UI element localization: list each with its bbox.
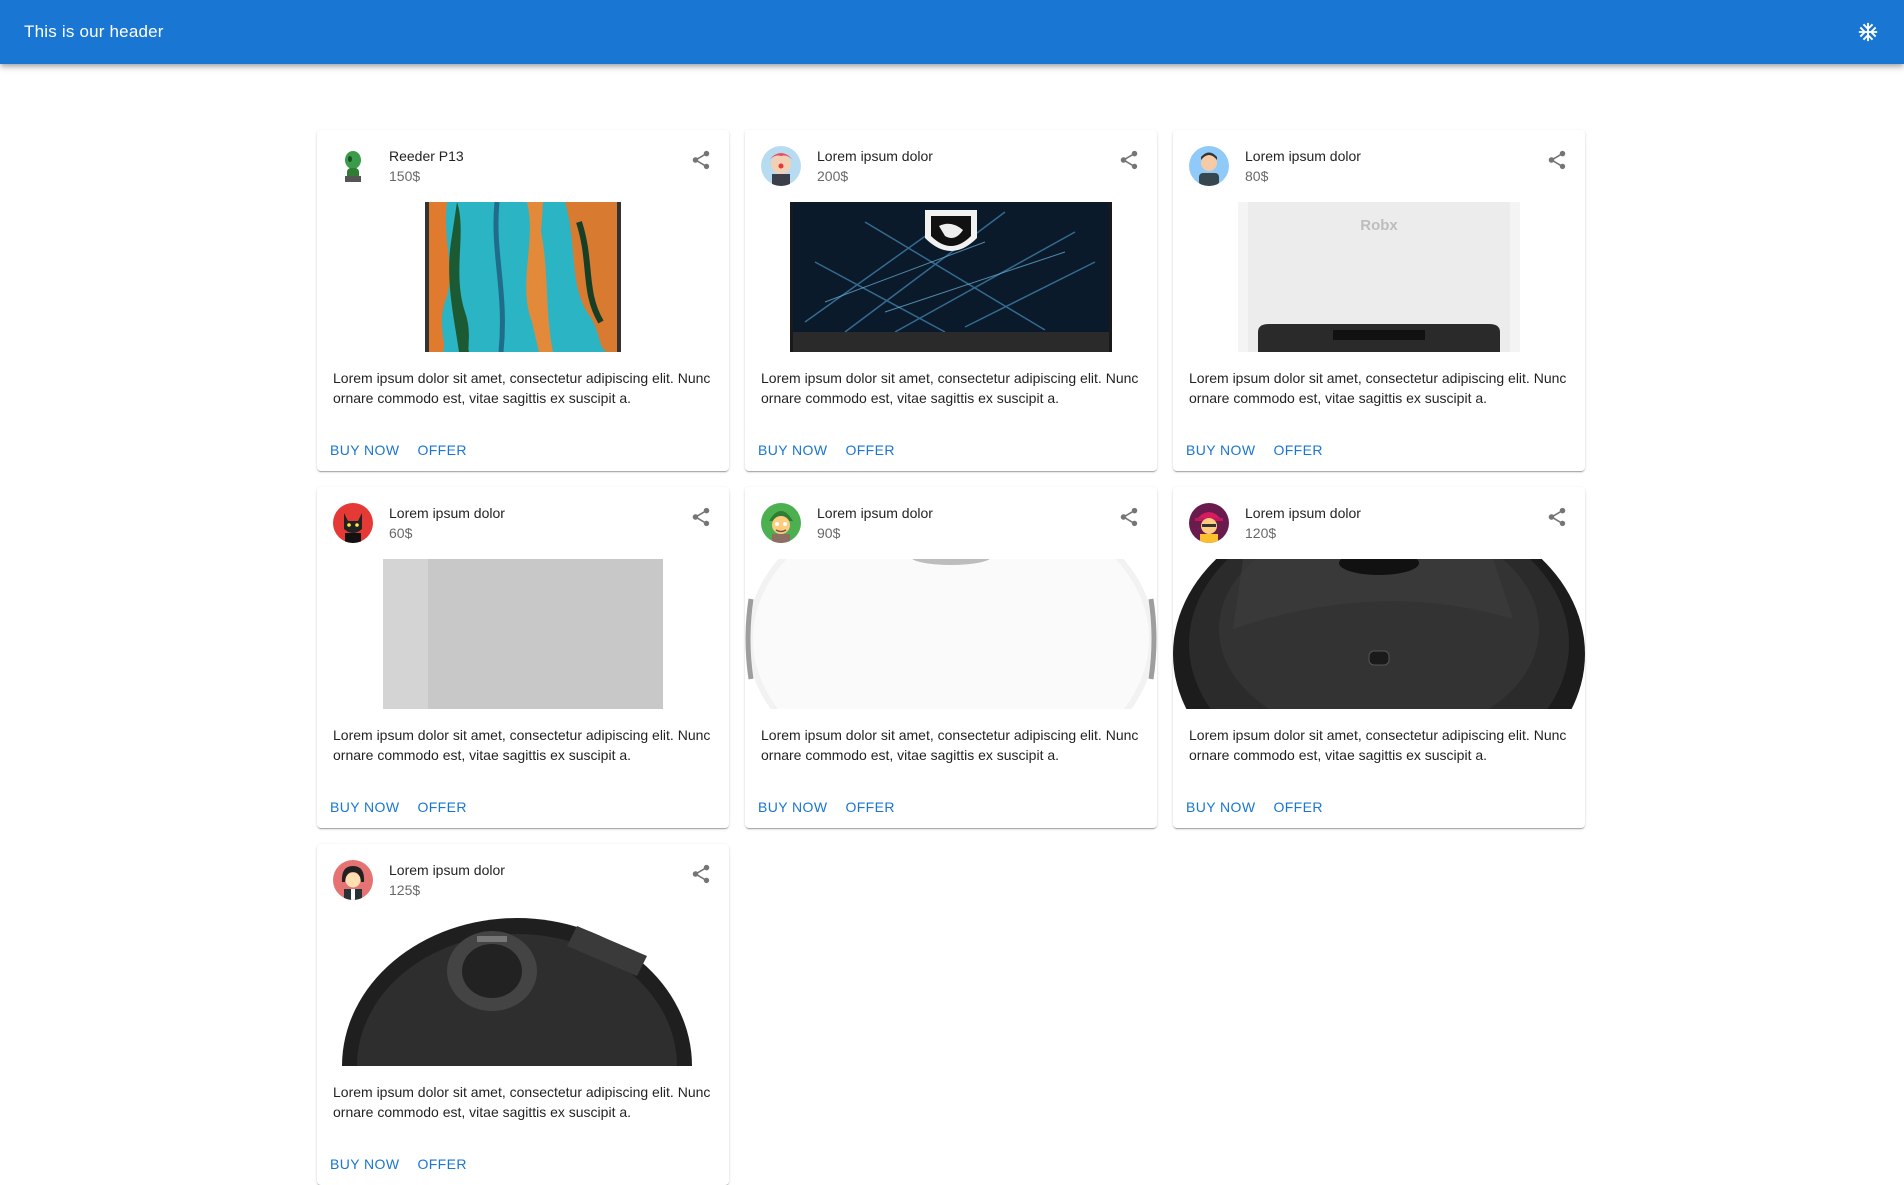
product-image xyxy=(317,202,729,352)
card-header: Lorem ipsum dolor 120$ xyxy=(1173,487,1585,559)
card-header: Lorem ipsum dolor 80$ xyxy=(1173,130,1585,202)
offer-button[interactable]: OFFER xyxy=(412,1148,471,1180)
share-icon[interactable] xyxy=(1537,140,1577,180)
card-price: 120$ xyxy=(1245,525,1277,541)
offer-button[interactable]: OFFER xyxy=(1268,791,1327,823)
card-title: Reeder P13 xyxy=(389,148,464,164)
card-price: 150$ xyxy=(389,168,421,184)
card-title: Lorem ipsum dolor xyxy=(1245,148,1361,164)
offer-button[interactable]: OFFER xyxy=(1268,434,1327,466)
card-description: Lorem ipsum dolor sit amet, consectetur … xyxy=(761,727,1139,763)
card-title: Lorem ipsum dolor xyxy=(1245,505,1361,521)
product-image: Robx xyxy=(1173,202,1585,352)
card-price: 60$ xyxy=(389,525,413,541)
buy-now-button[interactable]: BUY NOW xyxy=(325,434,404,466)
avatar xyxy=(333,503,373,543)
product-image xyxy=(317,559,729,709)
product-card: Lorem ipsum dolor 60$ Lorem ipsum dolor … xyxy=(317,487,729,828)
card-header: Lorem ipsum dolor 60$ xyxy=(317,487,729,559)
share-icon[interactable] xyxy=(1109,140,1149,180)
card-header: Lorem ipsum dolor 125$ xyxy=(317,844,729,916)
product-brand-text: Robx xyxy=(1360,217,1398,234)
card-header: Lorem ipsum dolor 200$ xyxy=(745,130,1157,202)
share-icon[interactable] xyxy=(681,497,721,537)
card-header: Lorem ipsum dolor 90$ xyxy=(745,487,1157,559)
product-card: Reeder P13 150$ Lorem ipsum dolor sit am… xyxy=(317,130,729,471)
product-card: Lorem ipsum dolor 200$ Lorem ipsum dolor… xyxy=(745,130,1157,471)
product-grid: Reeder P13 150$ Lorem ipsum dolor sit am… xyxy=(317,130,1585,1185)
product-image xyxy=(745,202,1157,352)
card-description: Lorem ipsum dolor sit amet, consectetur … xyxy=(1189,727,1567,763)
product-image xyxy=(1173,559,1585,709)
avatar xyxy=(1189,146,1229,186)
header-title: This is our header xyxy=(24,22,164,41)
card-title: Lorem ipsum dolor xyxy=(817,505,933,521)
product-card: Lorem ipsum dolor 80$ Robx Lorem ipsum d… xyxy=(1173,130,1585,471)
card-description: Lorem ipsum dolor sit amet, consectetur … xyxy=(333,370,711,406)
offer-button[interactable]: OFFER xyxy=(412,434,471,466)
product-card: Lorem ipsum dolor 125$ Lorem ipsum dolor… xyxy=(317,844,729,1185)
avatar xyxy=(333,146,373,186)
app-header: This is our header xyxy=(0,0,1904,64)
card-title: Lorem ipsum dolor xyxy=(389,505,505,521)
card-title: Lorem ipsum dolor xyxy=(389,862,505,878)
offer-button[interactable]: OFFER xyxy=(840,791,899,823)
buy-now-button[interactable]: BUY NOW xyxy=(325,1148,404,1180)
card-price: 125$ xyxy=(389,882,421,898)
card-description: Lorem ipsum dolor sit amet, consectetur … xyxy=(333,727,711,763)
share-icon[interactable] xyxy=(681,854,721,894)
share-icon[interactable] xyxy=(1109,497,1149,537)
product-image xyxy=(317,916,729,1066)
product-card: Lorem ipsum dolor 120$ Lorem ipsum dolor… xyxy=(1173,487,1585,828)
card-title: Lorem ipsum dolor xyxy=(817,148,933,164)
buy-now-button[interactable]: BUY NOW xyxy=(753,434,832,466)
avatar xyxy=(1189,503,1229,543)
card-description: Lorem ipsum dolor sit amet, consectetur … xyxy=(1189,370,1567,406)
product-image xyxy=(745,559,1157,709)
card-price: 90$ xyxy=(817,525,841,541)
buy-now-button[interactable]: BUY NOW xyxy=(753,791,832,823)
offer-button[interactable]: OFFER xyxy=(840,434,899,466)
buy-now-button[interactable]: BUY NOW xyxy=(1181,791,1260,823)
avatar xyxy=(761,146,801,186)
product-card: Lorem ipsum dolor 90$ Lorem ipsum dolor … xyxy=(745,487,1157,828)
card-description: Lorem ipsum dolor sit amet, consectetur … xyxy=(333,1084,711,1120)
card-price: 200$ xyxy=(817,168,849,184)
snowflake-icon[interactable] xyxy=(1856,20,1880,44)
buy-now-button[interactable]: BUY NOW xyxy=(325,791,404,823)
card-price: 80$ xyxy=(1245,168,1269,184)
card-header: Reeder P13 150$ xyxy=(317,130,729,202)
share-icon[interactable] xyxy=(681,140,721,180)
card-description: Lorem ipsum dolor sit amet, consectetur … xyxy=(761,370,1139,406)
avatar xyxy=(333,860,373,900)
share-icon[interactable] xyxy=(1537,497,1577,537)
avatar xyxy=(761,503,801,543)
buy-now-button[interactable]: BUY NOW xyxy=(1181,434,1260,466)
offer-button[interactable]: OFFER xyxy=(412,791,471,823)
